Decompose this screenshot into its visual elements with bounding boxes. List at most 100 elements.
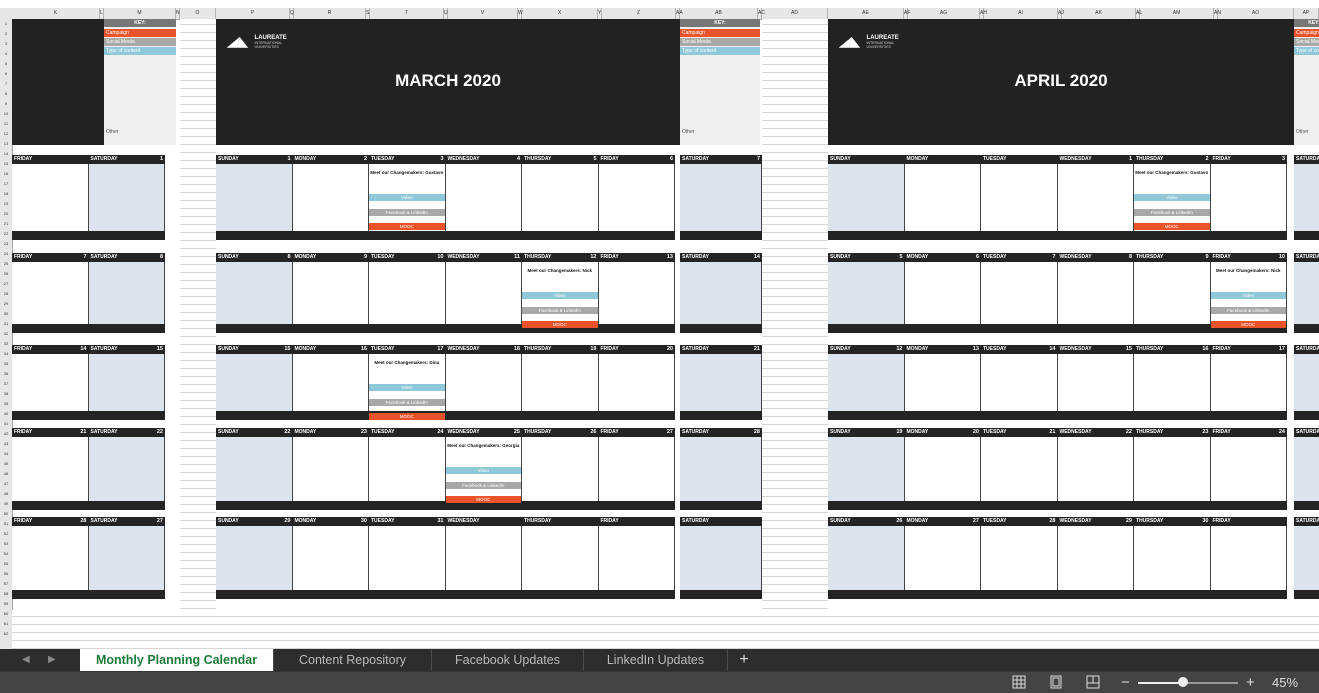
column-header[interactable]: O [180, 8, 216, 19]
day-cell[interactable] [598, 354, 675, 411]
day-cell[interactable] [981, 526, 1058, 590]
day-cell[interactable] [1057, 164, 1134, 231]
row-number[interactable]: 11 [0, 121, 12, 126]
column-header[interactable]: M [104, 8, 176, 19]
day-cell[interactable] [88, 164, 165, 231]
day-cell[interactable] [1210, 437, 1287, 501]
row-number[interactable]: 21 [0, 221, 12, 226]
day-cell[interactable] [445, 262, 522, 324]
row-number[interactable]: 13 [0, 141, 12, 146]
column-header[interactable]: AE [828, 8, 904, 19]
day-cell[interactable] [292, 164, 369, 231]
row-number[interactable]: 2 [0, 31, 12, 36]
column-header[interactable]: K [12, 8, 100, 19]
day-cell[interactable] [522, 437, 599, 501]
day-cell[interactable] [1134, 262, 1211, 324]
day-cell[interactable] [828, 354, 905, 411]
spreadsheet-area[interactable]: K L M N O P Q R S T U V W X Y Z AA AB AC AD AE AF AG AH AI AJ AK AL… [0, 0, 1319, 692]
day-cell[interactable] [1057, 262, 1134, 324]
day-cell[interactable] [445, 354, 522, 411]
day-cell[interactable] [12, 262, 89, 324]
day-cell[interactable] [88, 437, 165, 501]
day-cell[interactable] [369, 437, 446, 501]
day-cell[interactable] [981, 437, 1058, 501]
column-header[interactable]: V [448, 8, 518, 19]
column-header[interactable]: AD [762, 8, 828, 19]
row-number[interactable]: 8 [0, 91, 12, 96]
day-cell[interactable] [1057, 437, 1134, 501]
calendar-event[interactable]: Meet our Changemakers: Nick Video Facebook… [522, 266, 598, 328]
column-header[interactable]: AK [1062, 8, 1136, 19]
row-number[interactable]: 57 [0, 581, 12, 586]
day-cell[interactable] [216, 526, 293, 590]
day-cell[interactable] [598, 262, 675, 324]
row-number[interactable]: 33 [0, 341, 12, 346]
column-header[interactable]: P [216, 8, 290, 19]
day-cell[interactable] [12, 354, 89, 411]
zoom-out-button[interactable]: − [1121, 672, 1130, 693]
row-number[interactable]: 12 [0, 131, 12, 136]
day-cell[interactable] [216, 164, 293, 231]
row-number[interactable]: 22 [0, 231, 12, 236]
row-number[interactable]: 60 [0, 611, 12, 616]
day-cell[interactable] [1294, 354, 1319, 411]
calendar-event[interactable]: Meet our Changemakers: Dina Video Facebook… [369, 358, 445, 420]
row-number[interactable]: 31 [0, 321, 12, 326]
row-number[interactable]: 45 [0, 461, 12, 466]
row-number[interactable]: 1 [0, 21, 12, 26]
column-header[interactable]: AM [1140, 8, 1214, 19]
column-header[interactable]: R [294, 8, 366, 19]
prev-sheet-arrow-icon[interactable]: ◀ [22, 654, 30, 665]
tab-linkedin-updates[interactable]: LinkedIn Updates [584, 649, 728, 671]
day-cell[interactable] [292, 526, 369, 590]
zoom-slider-handle[interactable] [1178, 677, 1188, 687]
row-number[interactable]: 35 [0, 361, 12, 366]
day-cell[interactable] [680, 437, 762, 501]
row-number[interactable]: 10 [0, 111, 12, 116]
row-number[interactable]: 56 [0, 571, 12, 576]
day-cell[interactable] [680, 164, 762, 231]
row-number[interactable]: 28 [0, 291, 12, 296]
column-header[interactable]: AP [1294, 8, 1319, 19]
calendar-event[interactable]: Meet our Changemakers: Georgia Video Faceb… [445, 441, 521, 503]
row-number[interactable]: 59 [0, 601, 12, 606]
day-cell[interactable] [88, 354, 165, 411]
row-number[interactable]: 40 [0, 411, 12, 416]
day-cell[interactable] [904, 164, 981, 231]
day-cell[interactable] [828, 526, 905, 590]
add-sheet-button[interactable]: + [730, 649, 758, 671]
column-header[interactable]: AG [908, 8, 980, 19]
row-number[interactable]: 37 [0, 381, 12, 386]
column-header[interactable]: AB [680, 8, 758, 19]
row-number[interactable]: 44 [0, 451, 12, 456]
day-cell[interactable] [981, 164, 1058, 231]
day-cell[interactable] [445, 526, 522, 590]
day-cell[interactable] [1210, 164, 1287, 231]
column-header[interactable]: AI [984, 8, 1058, 19]
tab-monthly-planning-calendar[interactable]: Monthly Planning Calendar [80, 649, 274, 671]
day-cell[interactable] [1134, 526, 1211, 590]
row-number[interactable]: 34 [0, 351, 12, 356]
row-number[interactable]: 6 [0, 71, 12, 76]
row-number[interactable]: 47 [0, 481, 12, 486]
column-header[interactable]: AO [1218, 8, 1294, 19]
day-cell[interactable] [1294, 164, 1319, 231]
column-header[interactable]: T [370, 8, 444, 19]
page-layout-icon[interactable] [1049, 675, 1063, 689]
day-cell[interactable] [598, 437, 675, 501]
day-cell[interactable] [12, 437, 89, 501]
day-cell[interactable] [1210, 526, 1287, 590]
calendar-event[interactable]: Meet our Changemakers: Gustavo Video Faceb… [369, 168, 445, 230]
row-number[interactable]: 25 [0, 261, 12, 266]
day-cell[interactable] [292, 262, 369, 324]
row-number[interactable]: 54 [0, 551, 12, 556]
row-number[interactable]: 51 [0, 521, 12, 526]
row-number[interactable]: 4 [0, 51, 12, 56]
day-cell[interactable] [522, 526, 599, 590]
day-cell[interactable] [981, 262, 1058, 324]
row-number[interactable]: 50 [0, 511, 12, 516]
zoom-in-button[interactable]: + [1246, 672, 1255, 693]
day-cell[interactable] [1134, 437, 1211, 501]
row-number[interactable]: 29 [0, 301, 12, 306]
day-cell[interactable] [1057, 354, 1134, 411]
